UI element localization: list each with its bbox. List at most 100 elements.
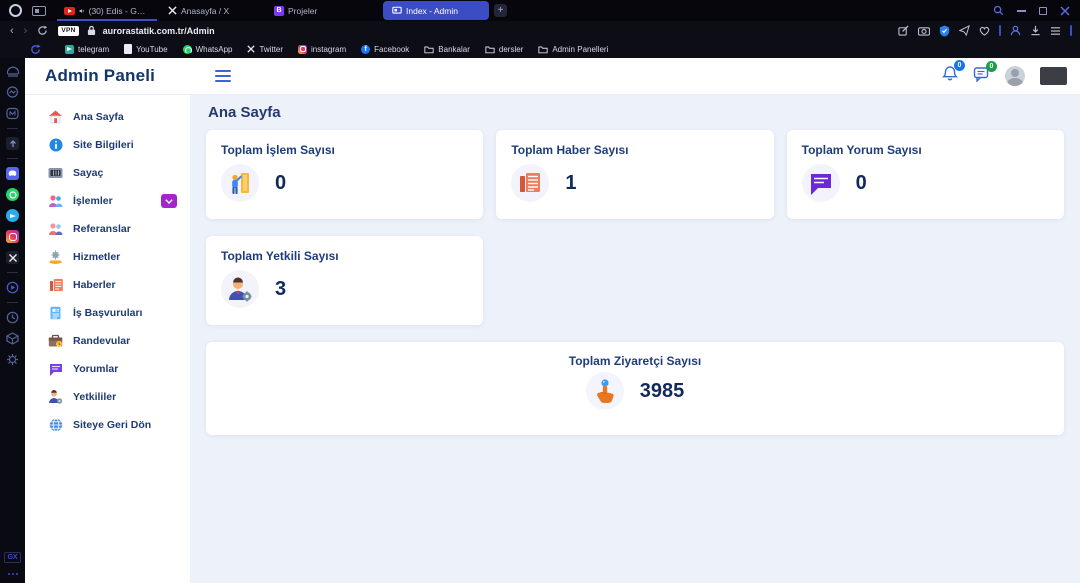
browser-tab-youtube[interactable]: (30) Edis - Galatasaray: [55, 0, 159, 21]
sidebar-item-site-bilgileri[interactable]: Site Bilgileri: [25, 131, 190, 159]
sidebar-item-haberler[interactable]: Haberler: [25, 271, 190, 299]
tab-label: Projeler: [288, 6, 317, 16]
bookmarks-bar: telegram YouTube WhatsApp Twitter instag…: [0, 40, 1080, 58]
user-name-box[interactable]: [1040, 67, 1067, 85]
card-value: 3985: [640, 380, 685, 403]
bookmark-youtube[interactable]: YouTube: [124, 44, 167, 54]
avatar[interactable]: [1005, 66, 1025, 86]
browser-tab-x[interactable]: Anasayfa / X: [159, 0, 265, 21]
url-text[interactable]: aurorastatik.com.tr/Admin: [103, 26, 215, 36]
minimize-icon[interactable]: [1017, 10, 1026, 12]
vpn-badge[interactable]: VPN: [58, 26, 78, 36]
whatsapp-icon[interactable]: [6, 188, 19, 201]
extensions-menu-icon[interactable]: [1050, 26, 1061, 36]
opera-logo-icon[interactable]: [9, 4, 22, 17]
divider: [7, 302, 18, 303]
forward-icon[interactable]: ›: [24, 25, 28, 37]
sidebar-item-siteye-geri-don[interactable]: Siteye Geri Dön: [25, 411, 190, 439]
header-actions: 0 0: [942, 65, 1067, 87]
bookmark-whatsapp[interactable]: WhatsApp: [183, 45, 233, 54]
sidebar-item-label: Referanslar: [73, 223, 131, 235]
references-icon: [48, 222, 63, 236]
sidebar-item-label: Yorumlar: [73, 363, 118, 375]
back-icon[interactable]: ‹: [10, 25, 14, 37]
bookmark-telegram[interactable]: telegram: [65, 45, 109, 54]
sidebar-item-is-basvurulari[interactable]: İş Başvuruları: [25, 299, 190, 327]
divider: [7, 128, 18, 129]
folder-icon: [424, 45, 434, 54]
aria-icon[interactable]: [6, 65, 20, 78]
person-door-icon: [227, 170, 253, 196]
sidebar-item-yorumlar[interactable]: Yorumlar: [25, 355, 190, 383]
download-icon[interactable]: [1030, 25, 1041, 36]
new-tab-button[interactable]: +: [494, 4, 507, 17]
sidebar-item-randevular[interactable]: Randevular: [25, 327, 190, 355]
sidebar-item-islemler[interactable]: İşlemler: [25, 187, 190, 215]
telegram-icon: [65, 45, 74, 54]
gx-logo[interactable]: GX: [4, 552, 20, 563]
x-icon: [247, 45, 255, 53]
send-icon[interactable]: [959, 25, 970, 36]
bookmark-folder-dersler[interactable]: dersler: [485, 45, 523, 54]
shield-check-icon[interactable]: [939, 25, 950, 37]
card-value: 3: [275, 278, 286, 301]
messages-button[interactable]: 0: [973, 66, 990, 87]
sidebar-item-sayac[interactable]: Sayaç: [25, 159, 190, 187]
browser-tab-projeler[interactable]: B Projeler: [265, 0, 383, 21]
bookmark-twitter[interactable]: Twitter: [247, 45, 283, 54]
app-sidebar: Ana Sayfa Site Bilgileri Sayaç: [25, 95, 190, 583]
card-title: Toplam Yorum Sayısı: [802, 143, 1049, 157]
bookmark-folder-bankalar[interactable]: Bankalar: [424, 45, 470, 54]
counter-icon: [48, 167, 63, 179]
card-toplam-haber: Toplam Haber Sayısı 1: [496, 130, 773, 219]
telegram-icon[interactable]: [6, 209, 19, 222]
sidebar-item-label: Yetkililer: [73, 391, 116, 403]
search-icon[interactable]: [993, 5, 1004, 16]
bookmark-facebook[interactable]: f Facebook: [361, 45, 409, 54]
history-icon[interactable]: [6, 311, 19, 324]
x-icon[interactable]: [6, 251, 19, 264]
b-favicon-icon: B: [274, 6, 284, 16]
extensions-cube-icon[interactable]: [6, 332, 19, 345]
messenger-icon[interactable]: [6, 86, 19, 99]
play-panel-icon[interactable]: [6, 281, 19, 294]
vk-messenger-icon[interactable]: [6, 107, 19, 120]
tab-label: Index - Admin: [406, 6, 458, 16]
window-controls: [993, 5, 1070, 16]
sidebar-toggle-button[interactable]: [215, 70, 231, 82]
card-value: 1: [565, 172, 576, 195]
content-heading: Ana Sayfa: [208, 104, 1064, 121]
divider: [7, 158, 18, 159]
discord-icon[interactable]: [6, 167, 19, 180]
sidebar-item-ana-sayfa[interactable]: Ana Sayfa: [25, 103, 190, 131]
instagram-icon[interactable]: [6, 230, 19, 243]
bookmark-label: Facebook: [374, 45, 409, 54]
camera-icon[interactable]: [918, 26, 930, 36]
notifications-button[interactable]: 0: [942, 65, 958, 87]
card-title: Toplam Haber Sayısı: [511, 143, 758, 157]
settings-gear-icon[interactable]: [6, 353, 19, 366]
x-favicon-icon: [168, 6, 177, 15]
close-icon[interactable]: [1060, 6, 1070, 16]
sidebar-item-hizmetler[interactable]: Hizmetler: [25, 243, 190, 271]
pinboard-icon[interactable]: [6, 137, 19, 150]
edit-icon[interactable]: [898, 25, 909, 36]
news-icon: [49, 278, 63, 292]
admin-person-icon: [227, 277, 253, 302]
separator: [999, 25, 1001, 36]
heart-icon[interactable]: [979, 26, 990, 36]
maximize-icon[interactable]: [1039, 7, 1047, 15]
sync-icon[interactable]: [30, 44, 41, 55]
tab-preview-icon[interactable]: [32, 6, 46, 16]
reload-icon[interactable]: [37, 25, 48, 36]
sidebar-item-yetkililer[interactable]: Yetkililer: [25, 383, 190, 411]
bookmark-instagram[interactable]: instagram: [298, 45, 346, 54]
profile-icon[interactable]: [1010, 25, 1021, 36]
bookmark-label: dersler: [499, 45, 523, 54]
sidebar-item-referanslar[interactable]: Referanslar: [25, 215, 190, 243]
more-dots-icon[interactable]: [8, 573, 18, 575]
bookmark-folder-admin-panelleri[interactable]: Admin Panelleri: [538, 45, 608, 54]
browser-tab-index-admin[interactable]: Index - Admin: [383, 1, 489, 20]
bookmark-label: Bankalar: [438, 45, 470, 54]
submenu-toggle[interactable]: [161, 194, 177, 208]
